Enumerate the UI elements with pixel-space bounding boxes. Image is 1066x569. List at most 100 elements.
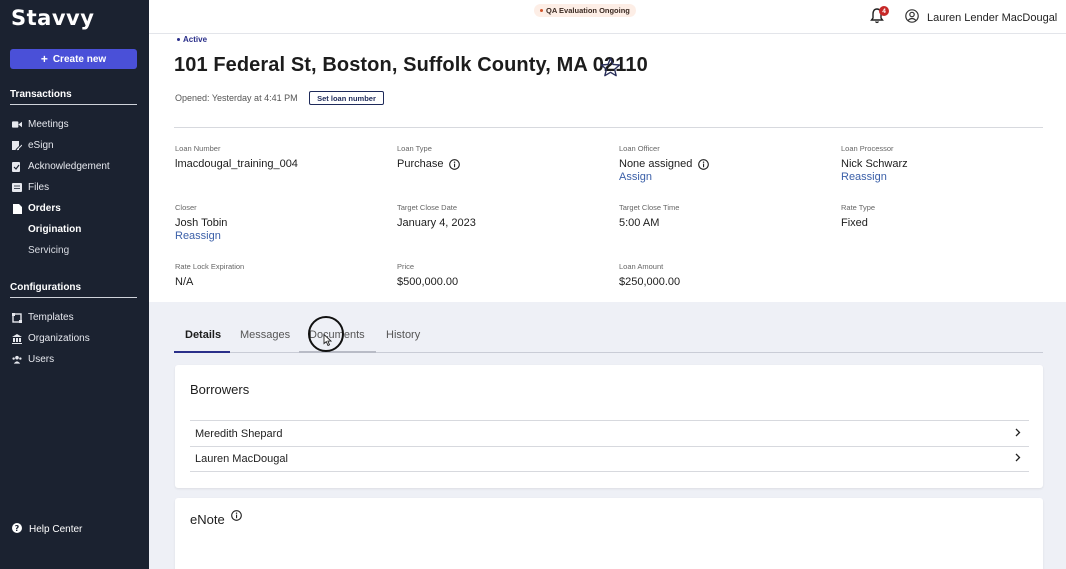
field-value: Josh Tobin <box>175 217 228 229</box>
help-center-link[interactable]: ? Help Center <box>12 523 82 536</box>
create-new-button[interactable]: + Create new <box>10 49 137 69</box>
field-loan-amount: Loan Amount $250,000.00 <box>619 262 680 288</box>
tab-documents[interactable]: Documents <box>309 329 365 341</box>
borrower-row[interactable]: Meredith Shepard <box>190 420 1029 446</box>
notification-count-badge: 4 <box>879 6 889 16</box>
borrowers-title: Borrowers <box>190 382 250 397</box>
info-icon[interactable] <box>449 158 461 170</box>
field-label: Closer <box>175 203 197 212</box>
sidebar-item-users[interactable]: Users <box>12 354 54 365</box>
sidebar-item-acknowledgement[interactable]: Acknowledgement <box>12 161 110 172</box>
tab-messages[interactable]: Messages <box>240 329 290 341</box>
sidebar-item-templates[interactable]: Templates <box>12 312 74 323</box>
configurations-heading: Configurations <box>10 282 137 298</box>
tab-history[interactable]: History <box>386 329 420 341</box>
organizations-icon <box>12 333 22 344</box>
enote-title: eNote <box>190 512 225 527</box>
sidebar-item-label: Files <box>28 182 50 193</box>
tab-details[interactable]: Details <box>185 329 221 341</box>
field-label: Price <box>397 262 415 271</box>
field-target-close-date: Target Close Date January 4, 2023 <box>397 203 476 229</box>
enote-card <box>175 498 1043 569</box>
borrower-name: Meredith Shepard <box>195 427 283 440</box>
app-logo[interactable]: Stavvy <box>11 6 94 30</box>
reassign-link[interactable]: Reassign <box>175 230 227 242</box>
header-divider <box>174 127 1043 128</box>
sidebar-item-label: Users <box>28 354 55 365</box>
field-label: Target Close Date <box>397 203 458 212</box>
field-loan-processor: Loan Processor Nick Schwarz Reassign <box>841 144 908 183</box>
sidebar-subitem-servicing[interactable]: Servicing <box>28 245 69 256</box>
user-name: Lauren Lender MacDougal <box>927 11 1058 24</box>
field-label: Rate Lock Expiration <box>175 262 245 271</box>
active-tab-indicator <box>174 351 230 353</box>
field-label: Rate Type <box>841 203 876 212</box>
orders-icon <box>12 203 22 214</box>
field-value: Purchase <box>397 158 444 170</box>
qa-badge-label: QA Evaluation Ongoing <box>546 6 630 15</box>
field-rate-lock-expiration: Rate Lock Expiration N/A <box>175 262 244 288</box>
files-icon <box>12 183 22 193</box>
tab-bar <box>174 320 1043 353</box>
borrower-name: Lauren MacDougal <box>195 453 288 465</box>
hover-tab-indicator <box>299 351 376 353</box>
field-value: $250,000.00 <box>619 276 681 288</box>
field-value: lmacdougal_training_004 <box>175 158 298 170</box>
field-label: Loan Type <box>397 144 432 153</box>
status-badge: Active <box>177 35 207 44</box>
create-new-label: Create new <box>52 53 107 65</box>
sidebar-item-label: Orders <box>28 203 61 214</box>
field-value: N/A <box>175 276 194 288</box>
field-rate-type: Rate Type Fixed <box>841 203 875 229</box>
signature-icon <box>12 140 22 151</box>
chevron-right-icon <box>1014 428 1021 440</box>
user-menu[interactable]: Lauren Lender MacDougal <box>905 9 1057 26</box>
field-label: Loan Amount <box>619 262 664 271</box>
help-center-label: Help Center <box>29 524 83 535</box>
acknowledge-icon <box>12 161 22 172</box>
sidebar-subitem-origination[interactable]: Origination <box>28 224 81 235</box>
qa-status-badge: QA Evaluation Ongoing <box>534 4 636 17</box>
field-value: None assigned <box>619 158 693 170</box>
field-label: Loan Number <box>175 144 221 153</box>
help-icon: ? <box>12 523 22 536</box>
field-value: January 4, 2023 <box>397 217 476 229</box>
field-label: Target Close Time <box>619 203 680 212</box>
sidebar-item-orders[interactable]: Orders <box>12 203 61 214</box>
enote-header: eNote <box>190 509 242 527</box>
set-loan-number-button[interactable]: Set loan number <box>309 91 384 105</box>
status-dot-icon <box>540 9 543 12</box>
users-icon <box>12 355 22 365</box>
sidebar-item-meetings[interactable]: Meetings <box>12 119 69 130</box>
info-icon[interactable] <box>698 158 710 170</box>
user-avatar-icon <box>905 9 919 26</box>
sidebar-item-label: Meetings <box>28 119 69 130</box>
field-value: 5:00 AM <box>619 217 660 229</box>
favorite-star-icon[interactable] <box>600 57 621 82</box>
svg-text:?: ? <box>15 524 20 533</box>
reassign-link[interactable]: Reassign <box>841 171 908 183</box>
status-dot-icon <box>177 38 180 41</box>
sidebar-item-label: Acknowledgement <box>28 161 110 172</box>
sidebar-item-label: Templates <box>28 312 74 323</box>
video-icon <box>12 120 22 130</box>
sidebar-item-label: Organizations <box>28 333 90 344</box>
field-value: Nick Schwarz <box>841 158 908 170</box>
field-value: $500,000.00 <box>397 276 459 288</box>
borrower-row[interactable]: Lauren MacDougal <box>190 446 1029 472</box>
field-target-close-time: Target Close Time 5:00 AM <box>619 203 679 229</box>
transactions-heading: Transactions <box>10 89 137 105</box>
sidebar-item-files[interactable]: Files <box>12 182 49 193</box>
sidebar-item-organizations[interactable]: Organizations <box>12 333 90 344</box>
sidebar-item-esign[interactable]: eSign <box>12 140 54 151</box>
field-closer: Closer Josh Tobin Reassign <box>175 203 227 242</box>
assign-link[interactable]: Assign <box>619 171 709 183</box>
info-icon[interactable] <box>230 509 242 524</box>
field-value: Fixed <box>841 217 868 229</box>
field-label: Loan Officer <box>619 144 660 153</box>
sidebar: Stavvy + Create new Transactions Meeting… <box>0 0 149 569</box>
field-loan-officer: Loan Officer None assigned Assign <box>619 144 710 183</box>
sidebar-item-label: eSign <box>28 140 54 151</box>
plus-icon: + <box>40 52 48 66</box>
field-label: Loan Processor <box>841 144 894 153</box>
